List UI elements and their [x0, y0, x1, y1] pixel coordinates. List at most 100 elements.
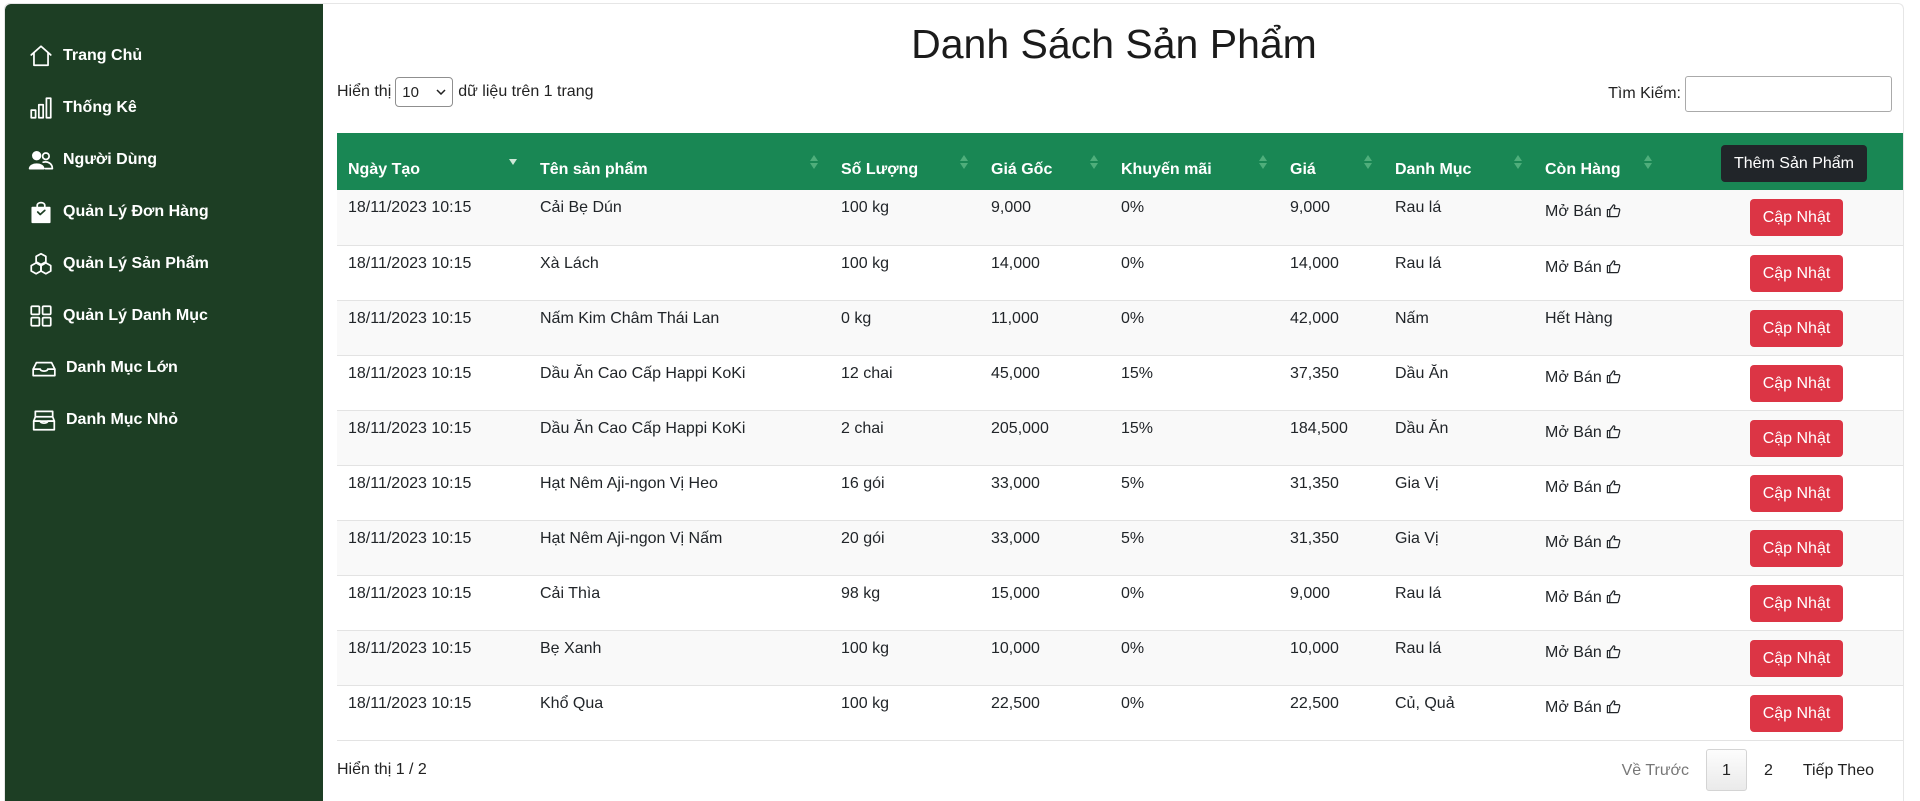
quantity-cell: 100 kg	[830, 190, 980, 246]
column-header-so-luong[interactable]: Số Lượng	[830, 133, 980, 190]
table-row: 18/11/2023 10:15 Cải Thìa 98 kg 15,000 0% 9,0…	[337, 575, 1903, 631]
column-header-ten-san-pham[interactable]: Tên sản phẩm	[529, 133, 830, 190]
sort-icon	[1514, 155, 1522, 169]
sidebar-item-label: Trang Chủ	[63, 47, 143, 64]
quantity-cell: 100 kg	[830, 630, 980, 686]
promo-cell: 5%	[1110, 520, 1279, 576]
update-button[interactable]: Cập Nhật	[1749, 199, 1844, 236]
column-header-danh-muc[interactable]: Danh Mục	[1384, 133, 1534, 190]
thumbs-up-icon	[1606, 589, 1621, 603]
stock-cell: Mở Bán	[1534, 410, 1664, 466]
quantity-cell: 2 chai	[830, 410, 980, 466]
base-price-cell: 14,000	[980, 245, 1110, 301]
quantity-cell: 16 gói	[830, 465, 980, 521]
next-page-button[interactable]: Tiếp Theo	[1788, 749, 1889, 791]
column-header-gia-goc[interactable]: Giá Gốc	[980, 133, 1110, 190]
base-price-cell: 9,000	[980, 190, 1110, 246]
people-icon	[28, 151, 54, 170]
base-price-cell: 11,000	[980, 300, 1110, 356]
sidebar-item-quan-ly-danh-muc[interactable]: Quản Lý Danh Mục	[28, 301, 208, 331]
action-cell: Cập Nhật	[1664, 355, 1903, 411]
date-cell: 18/11/2023 10:15	[337, 520, 529, 576]
sidebar-item-label: Danh Mục Lớn	[66, 359, 178, 376]
page-2-button[interactable]: 2	[1749, 749, 1788, 791]
update-button[interactable]: Cập Nhật	[1749, 419, 1844, 457]
column-header-con-hang[interactable]: Còn Hàng	[1534, 133, 1664, 190]
promo-cell: 15%	[1110, 410, 1279, 466]
page-length-select[interactable]: 10	[395, 77, 454, 107]
column-header-gia[interactable]: Giá	[1279, 133, 1384, 190]
promo-cell: 0%	[1110, 630, 1279, 686]
update-button[interactable]: Cập Nhật	[1749, 694, 1844, 732]
update-button[interactable]: Cập Nhật	[1749, 529, 1844, 567]
prev-page-button[interactable]: Về Trước	[1607, 749, 1704, 791]
sidebar-item-danh-muc-lon[interactable]: Danh Mục Lớn	[31, 353, 178, 383]
price-cell: 9,000	[1279, 575, 1384, 631]
stock-cell: Mở Bán	[1534, 355, 1664, 411]
page-1-button[interactable]: 1	[1706, 749, 1747, 791]
product-name-cell: Xà Lách	[529, 245, 830, 301]
sidebar-item-trang-chu[interactable]: Trang Chủ	[28, 41, 142, 71]
product-name-cell: Nấm Kim Châm Thái Lan	[529, 300, 830, 356]
update-button[interactable]: Cập Nhật	[1749, 474, 1844, 512]
action-cell: Cập Nhật	[1664, 190, 1903, 246]
thumbs-up-icon	[1606, 534, 1621, 548]
base-price-cell: 10,000	[980, 630, 1110, 686]
action-cell: Cập Nhật	[1664, 520, 1903, 576]
sidebar-item-thong-ke[interactable]: Thống Kê	[28, 93, 137, 123]
stock-cell: Mở Bán	[1534, 575, 1664, 631]
stock-cell: Mở Bán	[1534, 190, 1664, 246]
base-price-cell: 22,500	[980, 685, 1110, 741]
table-row: 18/11/2023 10:15 Khổ Qua 100 kg 22,500 0% 22,…	[337, 685, 1903, 741]
page-title: Danh Sách Sản Phẩm	[911, 21, 1317, 67]
update-button[interactable]: Cập Nhật	[1749, 639, 1844, 677]
promo-cell: 0%	[1110, 685, 1279, 741]
column-header-ngay-tao[interactable]: Ngày Tạo	[337, 133, 529, 190]
date-cell: 18/11/2023 10:15	[337, 190, 529, 246]
action-cell: Cập Nhật	[1664, 245, 1903, 301]
page-length-control: Hiển thị 10 dữ liệu trên 1 trang	[337, 77, 593, 107]
thumbs-up-icon	[1606, 424, 1621, 438]
update-button[interactable]: Cập Nhật	[1749, 254, 1844, 292]
sidebar-item-quan-ly-don-hang[interactable]: Quản Lý Đơn Hàng	[28, 197, 209, 227]
table-row: 18/11/2023 10:15 Xà Lách 100 kg 14,000 0% 14,…	[337, 245, 1903, 301]
sidebar-item-nguoi-dung[interactable]: Người Dùng	[28, 145, 157, 175]
update-button[interactable]: Cập Nhật	[1749, 309, 1844, 347]
stock-status: Mở Bán	[1545, 368, 1602, 386]
action-cell: Cập Nhật	[1664, 630, 1903, 686]
base-price-cell: 15,000	[980, 575, 1110, 631]
stock-cell: Mở Bán	[1534, 630, 1664, 686]
price-cell: 37,350	[1279, 355, 1384, 411]
column-header-khuyen-mai[interactable]: Khuyến mãi	[1110, 133, 1279, 190]
category-cell: Rau lá	[1384, 575, 1534, 631]
table-row: 18/11/2023 10:15 Bẹ Xanh 100 kg 10,000 0% 10,…	[337, 630, 1903, 686]
category-cell: Gia Vị	[1384, 465, 1534, 521]
update-button[interactable]: Cập Nhật	[1749, 364, 1844, 402]
action-cell: Cập Nhật	[1664, 575, 1903, 631]
sidebar-item-label: Danh Mục Nhỏ	[66, 411, 178, 428]
category-cell: Dầu Ăn	[1384, 355, 1534, 411]
sort-icon	[1259, 155, 1267, 169]
sidebar-item-danh-muc-nho[interactable]: Danh Mục Nhỏ	[31, 405, 178, 435]
stock-status: Mở Bán	[1545, 533, 1602, 551]
action-cell: Cập Nhật	[1664, 685, 1903, 741]
price-cell: 14,000	[1279, 245, 1384, 301]
house-icon	[30, 45, 52, 67]
grid-icon	[30, 305, 52, 327]
sidebar-item-label: Thống Kê	[63, 99, 137, 116]
category-cell: Nấm	[1384, 300, 1534, 356]
product-name-cell: Hạt Nêm Aji-ngon Vị Nấm	[529, 520, 830, 576]
price-cell: 9,000	[1279, 190, 1384, 246]
sidebar-item-label: Quản Lý Sản Phẩm	[63, 255, 209, 272]
product-table: Ngày Tạo Tên sản phẩm Số Lượng Giá Gốc K…	[337, 133, 1903, 741]
sidebar-item-quan-ly-san-pham[interactable]: Quản Lý Sản Phẩm	[28, 249, 209, 279]
stock-status: Mở Bán	[1545, 588, 1602, 606]
update-button[interactable]: Cập Nhật	[1749, 584, 1844, 622]
product-name-cell: Cải Thìa	[529, 575, 830, 631]
date-cell: 18/11/2023 10:15	[337, 465, 529, 521]
table-header-row: Ngày Tạo Tên sản phẩm Số Lượng Giá Gốc K…	[337, 133, 1903, 190]
search-input[interactable]	[1685, 76, 1892, 112]
pagination: Về Trước 1 2 Tiếp Theo	[1607, 749, 1889, 791]
add-product-button[interactable]: Thêm Sản Phẩm	[1720, 145, 1867, 182]
box-icon	[32, 361, 56, 377]
